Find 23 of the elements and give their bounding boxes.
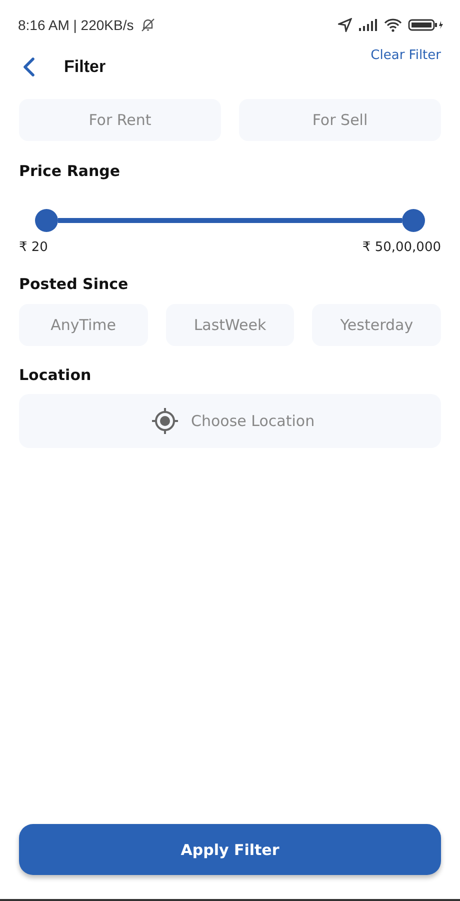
posted-since-option[interactable]: AnyTime: [19, 304, 148, 346]
target-icon: [151, 407, 179, 435]
listing-type-option[interactable]: For Rent: [19, 99, 221, 141]
apply-filter-button[interactable]: Apply Filter: [19, 824, 441, 875]
wifi-icon: [384, 18, 402, 32]
signal-icon: [358, 19, 378, 31]
posted-since-option[interactable]: LastWeek: [166, 304, 294, 346]
section-title: Location: [19, 366, 92, 384]
location-field[interactable]: Choose Location: [19, 394, 441, 448]
slider-thumb[interactable]: [35, 208, 58, 232]
section-title: Price Range: [19, 162, 122, 180]
min-price: ₹ 20: [19, 240, 48, 255]
clear-filter-link[interactable]: Clear Filter: [370, 48, 441, 63]
listing-type-option[interactable]: For Sell: [239, 99, 441, 141]
battery-icon: [408, 19, 444, 31]
max-price: ₹ 50,00,000: [362, 240, 441, 255]
posted-since-option[interactable]: Yesterday: [312, 304, 441, 346]
section-title: Posted Since: [19, 275, 130, 293]
muted-bell-icon: [140, 18, 156, 32]
status-time: 8:16 AM | 220KB/s: [18, 17, 134, 33]
location-arrow-icon: [338, 18, 352, 32]
slider-thumb[interactable]: [402, 208, 425, 232]
page-title: Filter: [64, 57, 106, 77]
